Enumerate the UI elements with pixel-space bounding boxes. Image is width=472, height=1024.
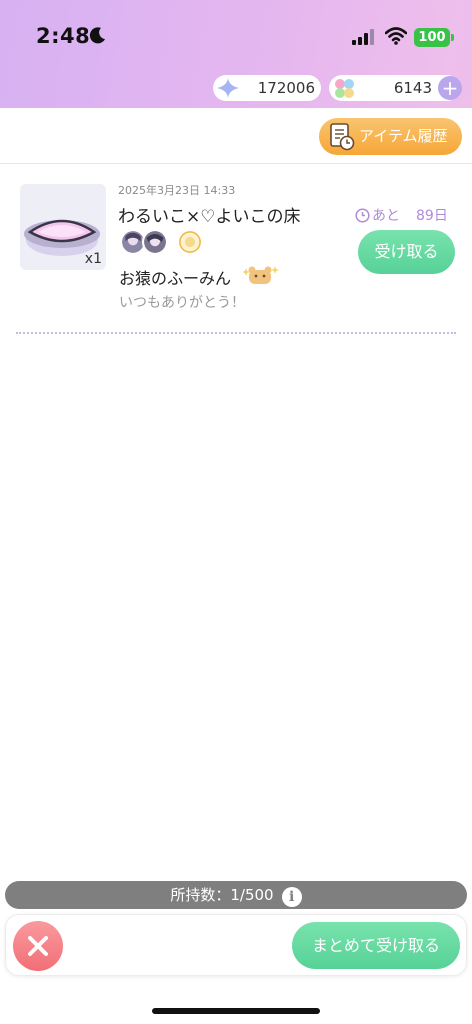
avatar [177,229,203,255]
gift-message: いつもありがとう！ [119,295,245,311]
close-icon [28,936,48,956]
history-icon [330,123,355,151]
wifi-icon [385,27,407,45]
info-icon[interactable]: i [281,887,302,907]
sender-name: お猿のふーみん [119,269,232,288]
gift-list-item: x1 2025年3月23日 14:33 わるいこ×♡よいこの床 あと 89日 お猿… [0,165,472,335]
item-thumbnail[interactable]: x1 [20,184,106,270]
item-name: わるいこ×♡よいこの床 [118,207,301,227]
toolbar: アイテム履歴 [0,108,472,164]
remain-prefix: あと [372,208,400,224]
clover-amount: 6143 [393,79,432,97]
sparkle-currency[interactable]: 172006 [213,75,321,101]
clover-currency[interactable]: 6143 + [329,75,462,101]
plus-icon: + [441,76,459,100]
sparkle-icon [217,78,239,98]
add-clover-button[interactable]: + [438,76,462,100]
inventory-count-bar: 所持数：1/500 i [5,881,467,909]
clover-icon [335,79,354,98]
item-quantity: x1 [84,251,102,267]
bear-icon [243,266,279,284]
header: 2:48 100 172006 6143 + [0,0,472,108]
sparkle-amount: 172006 [257,79,315,97]
expiry-countdown: あと 89日 [355,205,448,225]
close-button[interactable] [13,921,63,971]
inventory-count: 所持数：1/500 [170,886,274,904]
status-time: 2:48 [36,24,91,48]
battery-cap [451,34,454,41]
signal-icon [352,29,374,45]
list-divider [16,332,456,334]
bottom-action-bar: まとめて受け取る [5,914,467,976]
home-indicator[interactable] [152,1008,320,1014]
item-history-label: アイテム履歴 [359,127,448,145]
receive-button[interactable]: 受け取る [358,230,455,274]
moon-icon [89,27,105,44]
receive-all-button[interactable]: まとめて受け取る [292,922,460,969]
remain-days: 89日 [416,208,448,224]
gift-date: 2025年3月23日 14:33 [118,184,236,197]
item-history-button[interactable]: アイテム履歴 [319,118,462,155]
battery-indicator: 100 [414,28,450,47]
clock-icon [355,208,370,223]
avatar [142,229,168,255]
